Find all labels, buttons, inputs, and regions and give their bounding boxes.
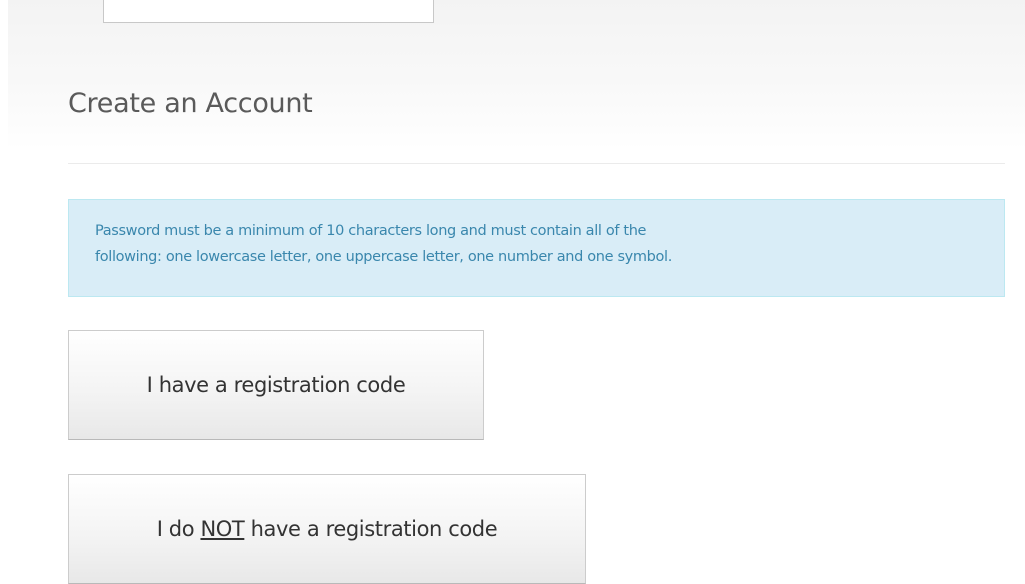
password-requirements-alert: Password must be a minimum of 10 charact… [68,199,1005,297]
alert-line-2: following: one lowercase letter, one upp… [95,249,672,265]
no-code-emphasis: NOT [200,517,245,541]
top-input-field[interactable] [103,0,434,23]
page-title: Create an Account [68,88,313,119]
no-code-prefix: I do [156,517,195,541]
no-code-suffix: have a registration code [250,517,498,541]
no-registration-code-button[interactable]: I do NOT have a registration code [68,474,586,584]
have-registration-code-label: I have a registration code [146,373,406,397]
alert-line-1: Password must be a minimum of 10 charact… [95,223,647,239]
title-divider [68,163,1005,164]
have-registration-code-button[interactable]: I have a registration code [68,330,484,440]
